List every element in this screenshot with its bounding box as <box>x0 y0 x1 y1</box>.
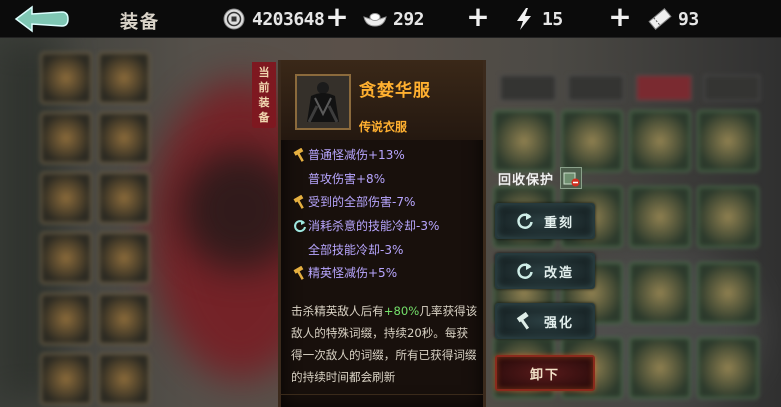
unequip-label: 卸下 <box>529 367 560 383</box>
ingot-resource: 292 <box>363 5 425 33</box>
hammer-icon <box>293 195 307 210</box>
stat-row: 普通怪减伤+13% <box>293 146 479 170</box>
back-arrow-icon <box>14 5 69 33</box>
coin-amount: 4203648 <box>252 8 325 30</box>
add-energy-button[interactable]: + <box>607 3 633 32</box>
refresh-icon <box>516 212 534 230</box>
item-detail-panel: 贪婪华服 传说衣服 普通怪减伤+13% 普攻伤害+8% 受到的全部伤害-7% 消… <box>278 60 486 407</box>
hammer-icon <box>293 266 307 281</box>
reforge-label: 重刻 <box>543 215 574 231</box>
ticket-icon <box>648 7 672 31</box>
protect-label: 回收保护 <box>498 172 555 188</box>
page-title: 装备 <box>120 12 160 33</box>
unequip-button[interactable]: 卸下 <box>495 355 595 391</box>
item-portrait <box>295 74 351 130</box>
energy-resource: 15 <box>512 5 563 33</box>
equipped-slots-blurred <box>40 52 152 407</box>
item-name: 贪婪华服 <box>359 81 431 101</box>
item-header: 贪婪华服 传说衣服 <box>281 60 483 140</box>
item-stats: 普通怪减伤+13% 普攻伤害+8% 受到的全部伤害-7% 消耗杀意的技能冷却-3… <box>293 146 479 288</box>
stat-text: 普攻伤害+8% <box>308 171 386 186</box>
item-description: 击杀精英敌人后有+80%几率获得该敌人的特殊词缀，持续20秒。每获得一次敌人的词… <box>291 300 479 388</box>
stat-text: 精英怪减伤+5% <box>308 266 398 281</box>
protect-toggle[interactable] <box>560 167 583 189</box>
refresh-icon <box>516 262 534 280</box>
stat-text: 消耗杀意的技能冷却-3% <box>308 219 440 234</box>
reforge-button[interactable]: 重刻 <box>495 203 595 239</box>
inventory-tabs-blurred <box>500 75 780 103</box>
modify-label: 改造 <box>543 265 574 281</box>
energy-amount: 15 <box>542 8 563 30</box>
enhance-button[interactable]: 强化 <box>495 303 595 339</box>
lightning-icon <box>512 7 536 31</box>
current-equipped-label: 当前装备 <box>252 62 276 128</box>
add-coin-button[interactable]: + <box>324 3 350 32</box>
description-highlight: +80% <box>383 304 420 318</box>
enhance-label: 强化 <box>543 315 574 331</box>
stat-row: 普攻伤害+8% <box>293 170 479 194</box>
stat-row: 精英怪减伤+5% <box>293 264 479 288</box>
panel-footer <box>281 394 483 407</box>
stat-text: 全部技能冷却-3% <box>308 242 404 257</box>
ingot-amount: 292 <box>393 8 425 30</box>
stat-row: 全部技能冷却-3% <box>293 241 479 265</box>
item-type: 传说衣服 <box>359 120 408 134</box>
stat-row: 消耗杀意的技能冷却-3% <box>293 217 479 241</box>
description-text: 击杀精英敌人后有 <box>291 304 384 318</box>
coin-resource: 4203648 <box>222 5 325 33</box>
stat-row: 受到的全部伤害-7% <box>293 193 479 217</box>
add-ingot-button[interactable]: + <box>465 3 491 32</box>
ticket-amount: 93 <box>678 8 699 30</box>
lock-box-icon <box>563 172 580 187</box>
ticket-resource: 93 <box>648 5 699 33</box>
modify-button[interactable]: 改造 <box>495 253 595 289</box>
hammer-icon <box>293 147 307 162</box>
armor-figure-icon <box>297 76 349 128</box>
coin-icon <box>222 7 246 31</box>
top-bar: 装备 4203648 + 292 + 15 + 93 <box>0 0 781 38</box>
recycle-protection: 回收保护 <box>498 166 583 190</box>
current-equipped-text: 当前装备 <box>258 66 270 124</box>
ingot-icon <box>363 7 387 31</box>
stat-text: 普通怪减伤+13% <box>308 148 405 162</box>
hammer-icon <box>516 311 534 330</box>
refresh-icon <box>293 219 307 233</box>
stat-text: 受到的全部伤害-7% <box>308 195 416 210</box>
back-button[interactable] <box>14 4 70 34</box>
